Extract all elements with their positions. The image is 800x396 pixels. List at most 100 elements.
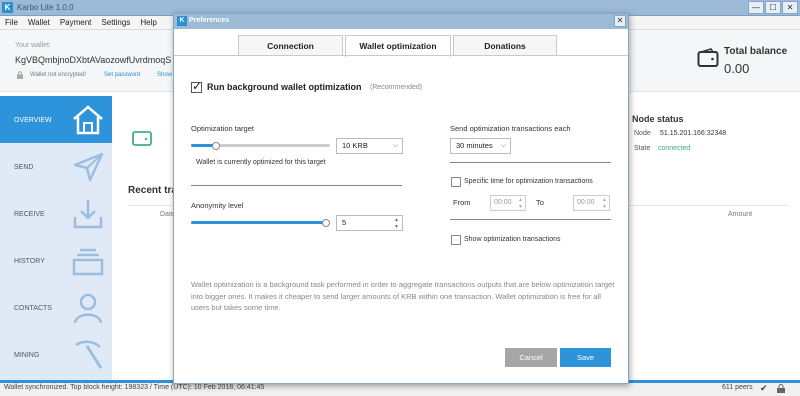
send-icon <box>73 152 104 182</box>
recommended-note: (Recommended) <box>370 84 423 91</box>
lock-status-icon <box>777 384 785 393</box>
node-key: Node <box>634 130 651 137</box>
sync-check-icon: ✔ <box>760 383 768 393</box>
from-label: From <box>453 198 471 207</box>
check-icon: ✓ <box>192 79 203 93</box>
from-time-value: 00:00 <box>494 199 512 206</box>
sidebar-item-mining[interactable]: MINING <box>0 331 112 378</box>
wallet-icon <box>697 48 719 67</box>
show-link[interactable]: Show <box>157 72 172 78</box>
window-controls: — ☐ ✕ <box>748 1 798 14</box>
sidebar-item-label: SEND <box>14 164 34 171</box>
from-time-input[interactable]: 00:00 ▲ ▼ <box>490 195 526 211</box>
sidebar-item-label: OVERVIEW <box>14 117 52 124</box>
tab-donations[interactable]: Donations <box>453 35 557 56</box>
dialog-title: Preferences <box>189 17 230 24</box>
pickaxe-icon <box>75 340 103 369</box>
optimization-target-select[interactable]: 10 KRB ⌵ <box>336 138 403 154</box>
maximize-button[interactable]: ☐ <box>765 1 781 14</box>
sidebar-item-send[interactable]: SEND <box>0 143 112 190</box>
anonymity-level-label: Anonymity level <box>191 201 244 210</box>
specific-time-label: Specific time for optimization transacti… <box>464 178 593 185</box>
sidebar-item-contacts[interactable]: CONTACTS <box>0 284 112 331</box>
chevron-down-icon: ⌵ <box>500 142 506 149</box>
dialog-close-button[interactable]: ✕ <box>614 15 626 27</box>
app-logo-icon: K <box>177 16 187 26</box>
cancel-button[interactable]: Cancel <box>505 348 557 367</box>
total-balance-label: Total balance <box>724 46 788 57</box>
window-title: Karbo Lite 1.0.0 <box>17 3 74 12</box>
slider-fill <box>191 221 327 224</box>
lock-icon <box>17 71 23 79</box>
set-password-link[interactable]: Set password <box>104 72 140 78</box>
sidebar-item-label: MINING <box>14 352 40 359</box>
sidebar-item-label: CONTACTS <box>14 305 52 312</box>
menu-settings[interactable]: Settings <box>96 16 135 29</box>
contacts-icon <box>73 293 103 324</box>
send-interval-value: 30 minutes <box>456 141 493 150</box>
menu-wallet[interactable]: Wallet <box>23 16 55 29</box>
home-icon <box>73 105 103 135</box>
receive-icon <box>73 200 103 229</box>
to-label: To <box>536 198 544 207</box>
minimize-button[interactable]: — <box>748 1 764 14</box>
anonymity-level-spinbox[interactable]: 5 ▲ ▼ <box>336 215 403 231</box>
state-value: connected <box>658 145 691 152</box>
sidebar-item-overview[interactable]: OVERVIEW <box>0 96 112 143</box>
tab-divider <box>174 55 628 56</box>
arrow-down-icon: ▼ <box>518 204 523 210</box>
sync-status-text: Wallet synchronized. Top block height: 1… <box>4 384 265 391</box>
optimization-description: Wallet optimization is a background task… <box>191 280 615 312</box>
arrow-down-icon[interactable]: ▼ <box>394 224 399 230</box>
sidebar-item-receive[interactable]: RECEIVE <box>0 190 112 237</box>
arrow-down-icon: ▼ <box>602 204 607 210</box>
node-address: 51.15.201.166:32348 <box>660 130 727 137</box>
menu-help[interactable]: Help <box>135 16 161 29</box>
history-icon <box>72 248 104 276</box>
arrow-up-icon[interactable]: ▲ <box>394 217 399 223</box>
total-balance-value: 0.00 <box>724 61 750 76</box>
sidebar-item-label: HISTORY <box>14 258 45 265</box>
wallet-icon <box>132 131 152 146</box>
slider-handle[interactable] <box>322 219 330 227</box>
recent-transactions-title: Recent tra <box>128 185 177 196</box>
arrow-up-icon: ▲ <box>518 197 523 203</box>
menu-payment[interactable]: Payment <box>55 16 97 29</box>
wallet-address[interactable]: KgVBQmbjnoDXbtAVaozowfUvrdmoqS <box>15 55 171 65</box>
sidebar: OVERVIEW SEND RECEIVE HISTORY CONTACTS M… <box>0 96 112 380</box>
optimization-status: Wallet is currently optimized for this t… <box>196 159 326 166</box>
tab-connection[interactable]: Connection <box>238 35 343 56</box>
arrow-up-icon: ▲ <box>602 197 607 203</box>
close-button[interactable]: ✕ <box>782 1 798 14</box>
specific-time-checkbox[interactable] <box>451 177 461 187</box>
to-time-input[interactable]: 00:00 ▲ ▼ <box>573 195 610 211</box>
optimization-target-label: Optimization target <box>191 124 254 133</box>
dialog-titlebar: K Preferences ✕ <box>174 14 628 29</box>
menu-file[interactable]: File <box>0 16 23 29</box>
anonymity-level-value: 5 <box>342 218 347 227</box>
save-button[interactable]: Save <box>560 348 611 367</box>
preferences-dialog: K Preferences ✕ Connection Wallet optimi… <box>173 13 629 384</box>
sidebar-item-history[interactable]: HISTORY <box>0 237 112 284</box>
divider <box>450 219 611 220</box>
peers-count: 611 peers <box>722 384 753 391</box>
optimization-target-value: 10 KRB <box>342 141 368 150</box>
show-optimization-checkbox[interactable] <box>451 235 461 245</box>
run-optimization-checkbox[interactable]: ✓ <box>191 79 203 93</box>
tab-bar: Connection Wallet optimization Donations <box>238 35 559 57</box>
tab-wallet-optimization[interactable]: Wallet optimization <box>345 35 451 57</box>
app-logo-icon: K <box>2 2 13 13</box>
encryption-status: Wallet not encrypted! <box>30 72 87 78</box>
slider-handle[interactable] <box>212 142 220 150</box>
node-status-title: Node status <box>632 114 684 124</box>
to-time-value: 00:00 <box>577 199 595 206</box>
show-optimization-label: Show optimization transactions <box>464 236 561 243</box>
divider <box>191 185 402 186</box>
send-interval-select[interactable]: 30 minutes ⌵ <box>450 138 511 154</box>
column-amount-header: Amount <box>728 211 753 218</box>
send-interval-label: Send optimization transactions each <box>450 124 571 133</box>
divider <box>450 162 611 163</box>
state-key: State <box>634 145 651 152</box>
run-optimization-label: Run background wallet optimization <box>207 82 362 92</box>
wallet-label: Your wallet: <box>15 42 51 49</box>
